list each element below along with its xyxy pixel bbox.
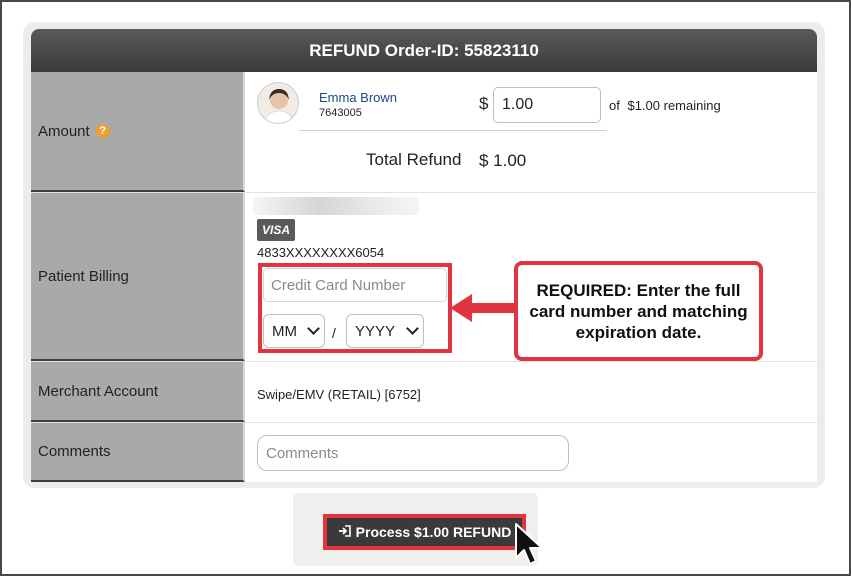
avatar: [257, 82, 299, 124]
required-callout: REQUIRED: Enter the full card number and…: [514, 261, 763, 361]
question-circle-icon[interactable]: ?: [95, 124, 110, 138]
comments-label: Comments: [38, 443, 111, 460]
comments-row: Comments: [31, 423, 817, 482]
callout-text: REQUIRED: Enter the full card number and…: [529, 280, 748, 342]
comments-label-cell: Comments: [31, 423, 245, 482]
patient-billing-label-cell: Patient Billing: [31, 193, 245, 361]
divider: [299, 130, 607, 131]
remaining-amount: $1.00 remaining: [627, 98, 721, 113]
remaining-text: of $1.00 remaining: [609, 98, 721, 113]
expiry-year-select[interactable]: YYYY: [346, 314, 424, 348]
expiry-year-value: YYYY: [355, 322, 396, 340]
card-brand: VISA: [261, 223, 290, 237]
masked-card-number: 4833XXXXXXXX6054: [257, 245, 385, 260]
amount-label-cell: Amount ?: [31, 72, 245, 192]
process-refund-label: Process $1.00 REFUND: [355, 524, 512, 540]
total-refund-value: $ 1.00: [479, 151, 527, 170]
mouse-pointer-icon: [515, 523, 543, 565]
expiry-month-value: MM: [272, 322, 297, 340]
process-refund-button[interactable]: Process $1.00 REFUND: [323, 514, 526, 550]
page-title: REFUND Order-ID: 55823110: [309, 40, 539, 60]
visa-card-icon: VISA: [257, 219, 295, 241]
comments-value-cell: [247, 423, 817, 482]
merchant-account-label-cell: Merchant Account: [31, 362, 245, 422]
total-refund-label: Total Refund: [366, 150, 462, 169]
patient-billing-label: Patient Billing: [38, 267, 129, 285]
arrow-left-icon: [450, 294, 518, 322]
amount-label: Amount: [38, 122, 90, 140]
refund-header: REFUND Order-ID: 55823110: [31, 29, 817, 72]
amount-value-cell: Emma Brown 7643005 $ of $1.00 remaining …: [247, 72, 817, 192]
redacted-cardholder: [253, 197, 419, 215]
merchant-account-value: Swipe/EMV (RETAIL) [6752]: [257, 387, 421, 402]
merchant-account-row: Merchant Account Swipe/EMV (RETAIL) [675…: [31, 362, 817, 423]
chevron-down-icon: [406, 322, 419, 335]
refund-amount-input[interactable]: [493, 87, 601, 123]
chevron-down-icon: [307, 322, 320, 335]
merchant-account-value-cell: Swipe/EMV (RETAIL) [6752]: [247, 362, 817, 422]
comments-input[interactable]: [257, 435, 569, 471]
patient-name-link[interactable]: Emma Brown: [319, 90, 397, 105]
of-label: of: [609, 98, 620, 113]
expiry-separator: /: [332, 325, 336, 341]
credit-card-number-input[interactable]: [263, 268, 447, 302]
currency-symbol: $: [479, 94, 489, 113]
sign-in-icon: [338, 524, 351, 540]
expiry-month-select[interactable]: MM: [263, 314, 325, 348]
amount-row: Amount ? Emma Brown 7643005 $ of $1.00 r…: [31, 72, 817, 193]
patient-id: 7643005: [319, 107, 362, 119]
merchant-account-label: Merchant Account: [38, 382, 159, 400]
